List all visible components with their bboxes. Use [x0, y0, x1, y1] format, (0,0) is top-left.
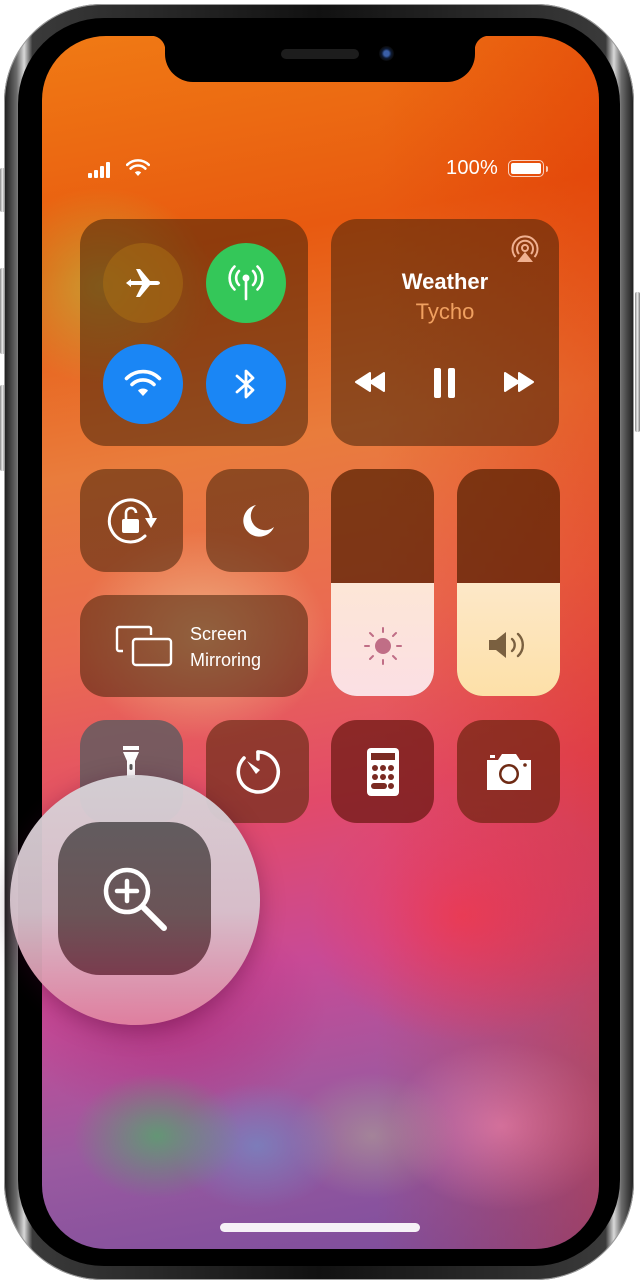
side-button [635, 292, 640, 432]
earpiece-speaker [281, 49, 359, 59]
wifi-status-icon [125, 158, 151, 183]
moon-icon [242, 504, 274, 537]
cellular-data-button[interactable] [206, 243, 286, 323]
speaker-icon [489, 632, 524, 658]
rotation-lock-icon [107, 497, 157, 543]
screen-mirroring-icon [115, 625, 173, 667]
antenna-icon [228, 265, 264, 301]
airplane-icon [126, 269, 160, 297]
battery-percentage: 100% [446, 157, 498, 179]
pause-icon[interactable] [432, 367, 458, 399]
home-indicator[interactable] [220, 1223, 420, 1232]
magnifier-plus-icon [103, 867, 167, 931]
track-title: Weather [401, 269, 489, 294]
connectivity-module [80, 219, 308, 446]
bluetooth-button[interactable] [206, 344, 286, 424]
do-not-disturb-button[interactable] [206, 469, 309, 572]
screen-mirroring-label: Screen Mirroring [190, 624, 262, 670]
calculator-button[interactable] [331, 720, 434, 823]
screen-mirroring-button[interactable]: Screen Mirroring [80, 595, 308, 697]
camera-button[interactable] [457, 720, 560, 823]
bluetooth-icon [235, 369, 255, 399]
magnifier-button[interactable] [58, 822, 211, 975]
cellular-signal-icon [88, 162, 110, 178]
timer-button[interactable] [206, 720, 309, 823]
wifi-icon [124, 369, 162, 396]
orientation-lock-button[interactable] [80, 469, 183, 572]
battery-icon [508, 160, 548, 177]
now-playing-module: Weather Tycho [331, 219, 559, 446]
calculator-icon [366, 747, 399, 796]
front-camera [379, 46, 394, 61]
timer-icon [236, 749, 280, 794]
camera-icon [486, 753, 531, 790]
fast-forward-icon[interactable] [501, 371, 535, 393]
notch [151, 36, 489, 82]
sun-icon [364, 627, 402, 665]
flashlight-icon [123, 746, 139, 778]
volume-slider[interactable] [457, 469, 560, 696]
rewind-icon[interactable] [354, 371, 388, 393]
wifi-button[interactable] [103, 344, 183, 424]
track-artist: Tycho [415, 299, 475, 324]
brightness-slider[interactable] [331, 469, 434, 696]
airplane-mode-button[interactable] [103, 243, 183, 323]
airplay-audio-icon[interactable] [511, 235, 539, 263]
